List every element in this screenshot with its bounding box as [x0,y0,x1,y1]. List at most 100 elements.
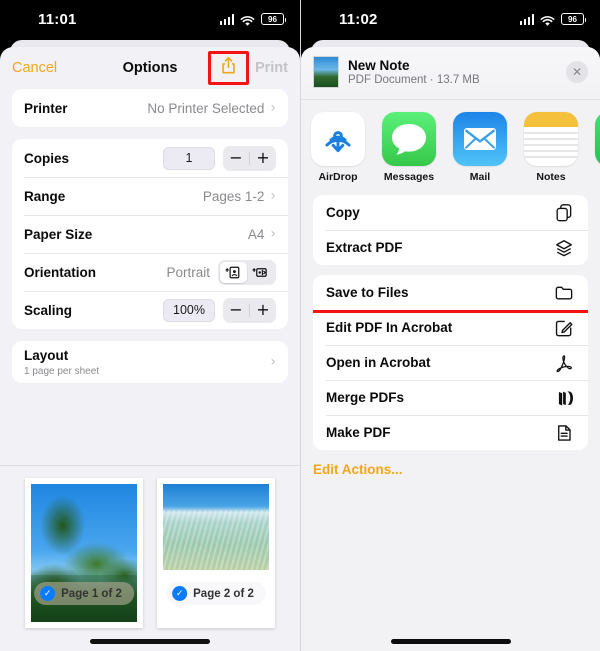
range-label: Range [24,188,66,204]
navbar-right-actions: Print [207,51,288,85]
share-app-messages[interactable]: Messages [382,112,436,183]
print-button[interactable]: Print [255,60,288,76]
paper-size-value: A4 [247,226,265,242]
copy-icon [553,202,575,224]
layout-card: Layout 1 page per sheet › [12,341,288,383]
orientation-value: Portrait [166,264,210,280]
share-upload-icon[interactable] [220,56,237,80]
orientation-row[interactable]: Orientation Portrait [12,253,288,291]
share-sheet: New Note PDF Document · 13.7 MB ✕ AirDro… [301,47,600,651]
status-indicators: 96 [519,13,587,26]
copies-row[interactable]: Copies 1 − + [12,139,288,177]
notes-label: Notes [536,171,566,183]
airdrop-label: AirDrop [318,171,358,183]
status-time: 11:02 [339,10,378,28]
share-apps-row[interactable]: AirDrop Messages Mail Notes [301,100,600,193]
whatsapp-icon[interactable] [595,112,600,166]
status-time: 11:01 [38,10,77,28]
wifi-icon [540,14,555,26]
cancel-button[interactable]: Cancel [12,60,57,76]
page-thumbnail-1[interactable]: ✓ Page 1 of 2 [25,478,143,628]
scaling-stepper[interactable]: − + [223,297,276,323]
page-2-checkmark-icon[interactable]: ✓ [172,586,188,601]
layout-text-group: Layout 1 page per sheet [24,347,99,377]
landscape-orientation-icon[interactable] [247,262,274,283]
share-app-airdrop[interactable]: AirDrop [311,112,365,183]
pencil-square-icon [553,317,575,339]
page-1-checkmark-icon[interactable]: ✓ [40,586,56,601]
notes-icon[interactable] [524,112,578,166]
action-copy-label: Copy [326,205,360,220]
copies-minus-button[interactable]: − [223,150,249,166]
share-app-mail[interactable]: Mail [453,112,507,183]
battery-indicator: 96 [561,13,587,25]
layout-sublabel: 1 page per sheet [24,366,100,377]
layout-row[interactable]: Layout 1 page per sheet › [12,341,288,383]
right-phone-screen: 11:02 96 New Note PDF Document · 13.7 MB… [300,0,600,651]
action-group-1: Copy Extract PDF [313,195,588,265]
action-open-in-acrobat[interactable]: Open in Acrobat [313,345,588,380]
messages-label: Messages [383,171,435,183]
printer-row[interactable]: Printer No Printer Selected › [12,89,288,127]
scaling-minus-button[interactable]: − [223,302,249,318]
page-2-image [163,484,269,570]
copies-label: Copies [24,150,70,166]
save-to-files-highlight[interactable]: Save to Files [313,275,588,313]
left-status-bar: 11:01 96 [0,0,300,38]
document-title: New Note [348,57,410,73]
print-options-sheet: Cancel Options Print Printer No Printer … [0,47,300,651]
printer-value: No Printer Selected [147,100,265,116]
action-save-to-files[interactable]: Save to Files [313,275,588,310]
action-copy[interactable]: Copy [313,195,588,230]
status-indicators: 96 [219,13,287,26]
action-make-pdf-label: Make PDF [326,425,391,440]
share-app-whatsapp[interactable]: W [595,112,600,183]
scaling-label: Scaling [24,302,73,318]
edit-actions-button[interactable]: Edit Actions... [301,460,600,477]
close-icon[interactable]: ✕ [566,61,588,83]
printer-label: Printer [24,100,68,116]
action-edit-pdf-in-acrobat[interactable]: Edit PDF In Acrobat [313,310,588,345]
layers-icon [553,237,575,259]
cellular-signal-icon [219,13,234,25]
scaling-plus-button[interactable]: + [250,302,276,318]
document-header: New Note PDF Document · 13.7 MB ✕ [301,47,600,100]
paper-size-label: Paper Size [24,226,93,242]
page-thumbnail-2[interactable]: ✓ Page 2 of 2 [157,478,275,628]
wifi-icon [240,14,255,26]
page-2-label: Page 2 of 2 [193,587,254,600]
share-button-highlight[interactable] [207,51,249,85]
airdrop-icon[interactable] [311,112,365,166]
cellular-signal-icon [519,13,534,25]
whatsapp-label: W [595,171,600,183]
paper-size-row[interactable]: Paper Size A4 › [12,215,288,253]
action-make-pdf[interactable]: Make PDF [313,415,588,450]
scaling-row[interactable]: Scaling 100% − + [12,291,288,329]
action-merge-pdfs-label: Merge PDFs [326,390,405,405]
options-navbar: Cancel Options Print [0,47,300,89]
action-extract-pdf[interactable]: Extract PDF [313,230,588,265]
action-open-in-acrobat-label: Open in Acrobat [326,355,431,370]
document-icon [553,422,575,444]
mail-icon[interactable] [453,112,507,166]
copies-value-field[interactable]: 1 [163,146,215,170]
document-thumbnail [313,56,339,88]
orientation-toggle-group[interactable] [218,259,276,285]
layout-label: Layout [24,348,69,363]
document-info: New Note PDF Document · 13.7 MB [348,58,480,87]
copies-plus-button[interactable]: + [250,150,276,166]
share-app-notes[interactable]: Notes [524,112,578,183]
scaling-value-field[interactable]: 100% [163,298,215,322]
range-row[interactable]: Range Pages 1-2 › [12,177,288,215]
page-2-badge[interactable]: ✓ Page 2 of 2 [166,582,266,605]
left-phone-screen: 11:01 96 Cancel Options Print Printer No… [0,0,300,651]
right-status-bar: 11:02 96 [301,0,600,38]
page-1-badge[interactable]: ✓ Page 1 of 2 [34,582,134,605]
action-merge-pdfs[interactable]: Merge PDFs [313,380,588,415]
copies-stepper[interactable]: − + [223,145,276,171]
portrait-orientation-icon[interactable] [220,261,247,283]
dual-screenshot-container: 11:01 96 Cancel Options Print Printer No… [0,0,600,651]
messages-icon[interactable] [382,112,436,166]
chevron-right-icon: › [270,226,276,242]
printer-card: Printer No Printer Selected › [12,89,288,127]
